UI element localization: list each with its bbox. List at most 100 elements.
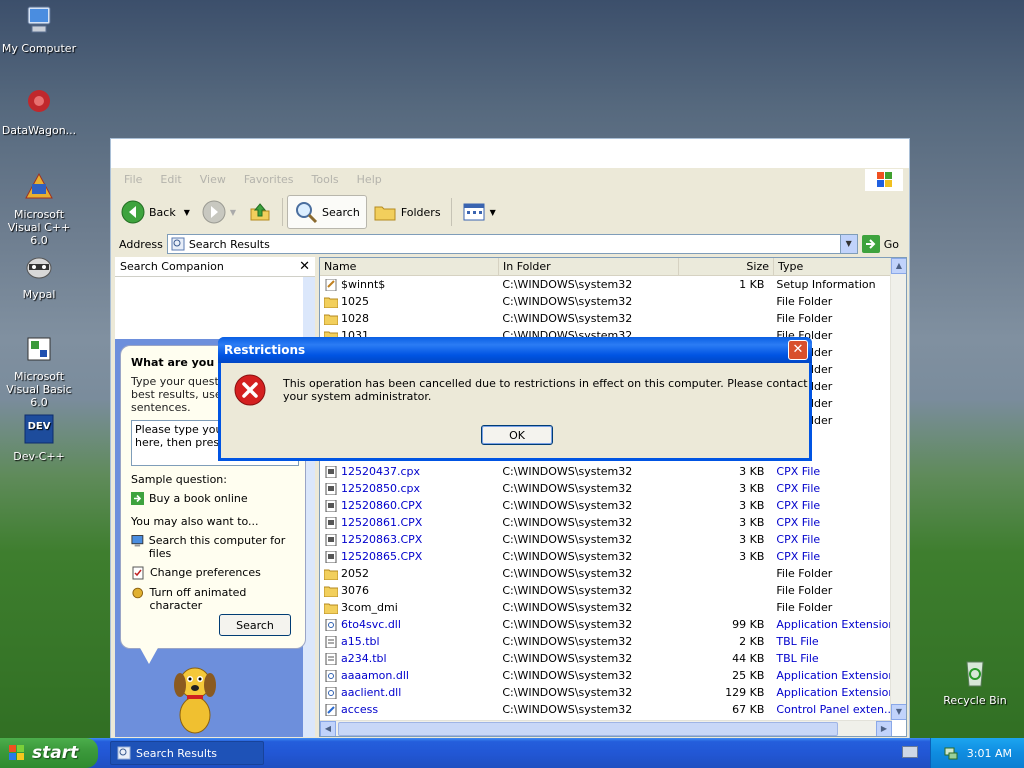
clock[interactable]: 3:01 AM xyxy=(967,747,1012,760)
file-row[interactable]: 1025 C:\WINDOWS\system32 File Folder xyxy=(320,293,892,310)
file-folder-cell: C:\WINDOWS\system32 xyxy=(502,652,633,665)
search-companion-pane: Search Companion ✕ What are you looking … xyxy=(115,257,315,737)
file-row[interactable]: 3com_dmi C:\WINDOWS\system32 File Folder xyxy=(320,599,892,616)
file-type-cell: Control Panel exten... xyxy=(776,703,892,716)
file-size-cell: 2 KB xyxy=(739,635,765,648)
file-type-cell: Application Extension xyxy=(776,686,892,699)
file-row[interactable]: 12520863.CPX C:\WINDOWS\system32 3 KB CPX F… xyxy=(320,531,892,548)
go-label: Go xyxy=(883,237,899,251)
control-panel-icon xyxy=(324,703,338,716)
forward-button[interactable]: ▼ xyxy=(196,195,242,229)
close-icon[interactable]: ✕ xyxy=(299,259,310,274)
horizontal-scroll-thumb[interactable] xyxy=(338,722,838,736)
views-button[interactable]: ▼ xyxy=(456,195,502,229)
ok-button[interactable]: OK xyxy=(481,425,553,445)
menu-file[interactable]: File xyxy=(115,173,151,186)
file-row[interactable]: 12520860.CPX C:\WINDOWS\system32 3 KB CPX F… xyxy=(320,497,892,514)
file-row[interactable]: a234.tbl C:\WINDOWS\system32 44 KB TBL File xyxy=(320,650,892,667)
forward-dropdown-icon[interactable]: ▼ xyxy=(230,208,236,217)
menu-edit[interactable]: Edit xyxy=(151,173,190,186)
file-type-cell: File Folder xyxy=(776,584,833,597)
file-row[interactable]: $winnt$ C:\WINDOWS\system32 1 KB Setup Info… xyxy=(320,276,892,293)
folders-icon xyxy=(374,206,396,221)
file-row[interactable]: a15.tbl C:\WINDOWS\system32 2 KB TBL File xyxy=(320,633,892,650)
file-row[interactable]: aaclient.dll C:\WINDOWS\system32 129 KB App… xyxy=(320,684,892,701)
desktop-icon-datawagon[interactable]: DataWagon... xyxy=(0,86,78,137)
column-name[interactable]: Name xyxy=(320,258,499,275)
file-row[interactable]: 12520861.CPX C:\WINDOWS\system32 3 KB CPX F… xyxy=(320,514,892,531)
file-name: aaaamon.dll xyxy=(341,669,409,682)
address-field[interactable]: Search Results ▼ xyxy=(166,234,858,254)
file-name: 12520863.CPX xyxy=(341,533,423,546)
go-button[interactable]: Go xyxy=(861,235,905,253)
search-button[interactable]: Search xyxy=(287,195,367,229)
folder-icon xyxy=(324,585,338,597)
column-in-folder[interactable]: In Folder xyxy=(499,258,679,275)
desktop-icon-recycle-bin[interactable]: Recycle Bin xyxy=(936,656,1014,707)
dialog-close-icon[interactable]: ✕ xyxy=(788,340,808,360)
file-size-cell: 3 KB xyxy=(739,533,765,546)
option-change-preferences[interactable]: Change preferences xyxy=(131,566,297,580)
address-dropdown-icon[interactable]: ▼ xyxy=(839,235,857,253)
vertical-scrollbar[interactable]: ▲ ▼ xyxy=(890,258,906,720)
back-button[interactable]: Back ▼ xyxy=(115,195,196,229)
file-type-cell: CPX File xyxy=(776,516,821,529)
also-want-text: You may also want to... xyxy=(131,515,259,528)
start-button[interactable]: start xyxy=(0,738,98,768)
desktop-icon-my-computer[interactable]: My Computer xyxy=(0,4,78,55)
file-name-cell: aaaamon.dll xyxy=(320,669,498,682)
rover-dog-icon[interactable] xyxy=(165,657,229,737)
horizontal-scrollbar[interactable]: ◀ ▶ xyxy=(320,720,892,736)
file-size-cell: 3 KB xyxy=(739,482,765,495)
dialog-body: This operation has been cancelled due to… xyxy=(221,363,809,455)
option-turn-off-character[interactable]: Turn off animated character xyxy=(131,586,297,612)
file-size-cell: 44 KB xyxy=(732,652,765,665)
taskbar-item-search-results[interactable]: Search Results xyxy=(110,741,264,765)
menu-tools[interactable]: Tools xyxy=(303,173,348,186)
file-row[interactable]: 6to4svc.dll C:\WINDOWS\system32 99 KB Appli… xyxy=(320,616,892,633)
file-name: 12520437.cpx xyxy=(341,465,421,478)
folders-button[interactable]: Folders xyxy=(367,195,447,229)
column-size[interactable]: Size xyxy=(679,258,774,275)
file-row[interactable]: access C:\WINDOWS\system32 67 KB Control Pa… xyxy=(320,701,892,718)
desktop-icon-visual-basic[interactable]: Microsoft Visual Basic 6.0 xyxy=(0,332,78,409)
file-type-cell: Setup Information xyxy=(776,278,876,291)
menu-favorites[interactable]: Favorites xyxy=(235,173,303,186)
file-row[interactable]: 1028 C:\WINDOWS\system32 File Folder xyxy=(320,310,892,327)
file-row[interactable]: 12520865.CPX C:\WINDOWS\system32 3 KB CPX F… xyxy=(320,548,892,565)
desktop-icon-mypal[interactable]: Mypal xyxy=(0,250,78,301)
desktop-icon-label: My Computer xyxy=(1,42,77,55)
desktop-icon-visual-cpp[interactable]: Microsoft Visual C++ 6.0 xyxy=(0,170,78,247)
scroll-left-icon[interactable]: ◀ xyxy=(320,721,336,736)
file-row[interactable]: 2052 C:\WINDOWS\system32 File Folder xyxy=(320,565,892,582)
network-tray-icon[interactable] xyxy=(943,745,959,761)
scroll-up-icon[interactable]: ▲ xyxy=(891,258,906,274)
back-dropdown-icon[interactable]: ▼ xyxy=(184,208,190,217)
file-row[interactable]: 12520850.cpx C:\WINDOWS\system32 3 KB CPX F… xyxy=(320,480,892,497)
scroll-right-icon[interactable]: ▶ xyxy=(876,721,892,736)
file-name: $winnt$ xyxy=(341,278,386,291)
file-row[interactable]: 3076 C:\WINDOWS\system32 File Folder xyxy=(320,582,892,599)
file-name: 1028 xyxy=(341,312,369,325)
keyboard-indicator-icon[interactable] xyxy=(902,746,918,758)
scroll-down-icon[interactable]: ▼ xyxy=(891,704,906,720)
dialog-titlebar[interactable]: Restrictions ✕ xyxy=(218,337,812,363)
column-type[interactable]: Type xyxy=(774,258,894,275)
up-folder-button[interactable] xyxy=(242,195,278,229)
desktop-icon-label: Microsoft Visual C++ 6.0 xyxy=(7,208,71,247)
file-size-cell: 3 KB xyxy=(739,516,765,529)
file-row[interactable]: 12520437.cpx C:\WINDOWS\system32 3 KB CPX F… xyxy=(320,463,892,480)
desktop-icon-dev-cpp[interactable]: DEV Dev-C++ xyxy=(0,412,78,463)
companion-search-button[interactable]: Search xyxy=(219,614,291,636)
sample-question-label: Sample question: xyxy=(131,473,297,486)
file-folder-cell: C:\WINDOWS\system32 xyxy=(502,703,633,716)
sample-question-link[interactable]: Buy a book online xyxy=(131,492,297,505)
menu-view[interactable]: View xyxy=(191,173,235,186)
file-name-cell: 12520860.CPX xyxy=(320,499,498,512)
file-size-cell: 3 KB xyxy=(739,499,765,512)
file-size-cell: 129 KB xyxy=(725,686,765,699)
option-search-computer[interactable]: Search this computer for files xyxy=(131,534,297,560)
file-row[interactable]: aaaamon.dll C:\WINDOWS\system32 25 KB Appli… xyxy=(320,667,892,684)
menu-help[interactable]: Help xyxy=(348,173,391,186)
window-titlebar[interactable] xyxy=(111,139,909,168)
